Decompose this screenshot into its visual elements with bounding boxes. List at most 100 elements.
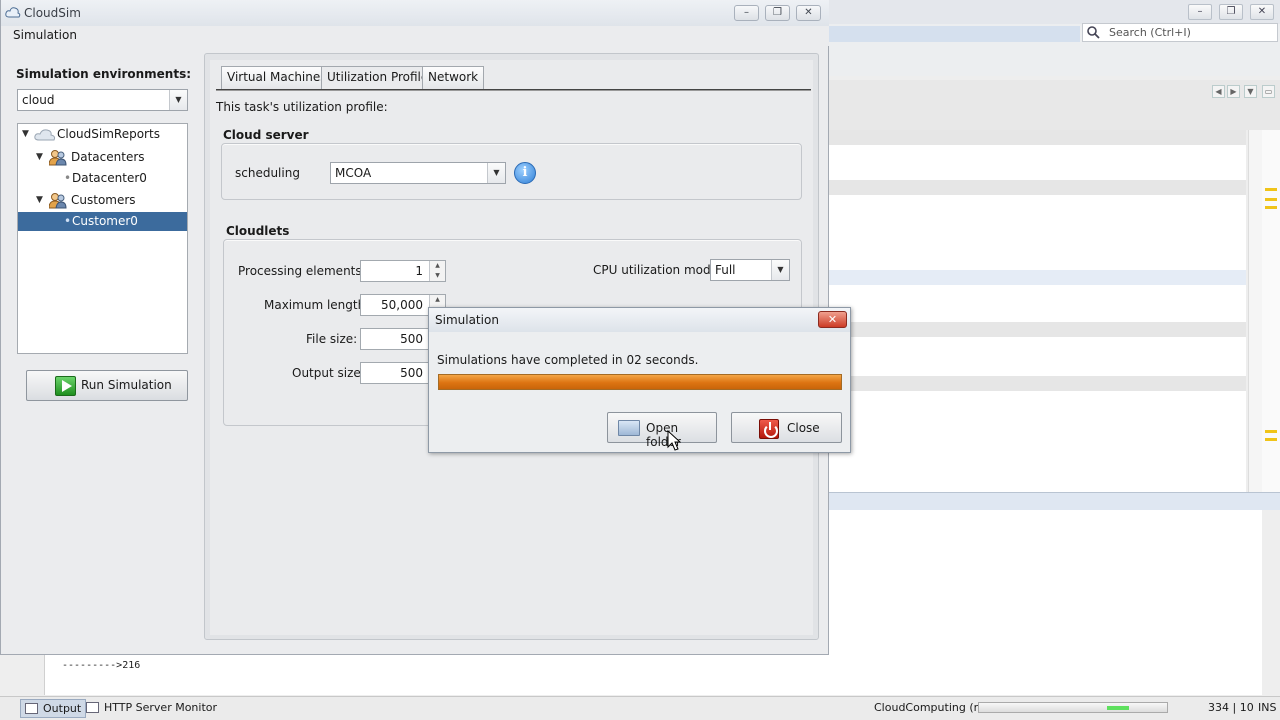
processing-elements-stepper[interactable]: 1 ▲ ▼ — [360, 260, 446, 282]
http-monitor-tab[interactable]: HTTP Server Monitor — [82, 699, 221, 718]
ide-console[interactable] — [44, 654, 828, 695]
expand-icon[interactable]: ▼ — [36, 191, 43, 210]
scheduling-label: scheduling — [235, 166, 300, 180]
ide-editor[interactable] — [828, 130, 1246, 492]
caret-position: 334 | 10 — [1208, 701, 1254, 714]
tree-label: CloudSimReports — [57, 127, 160, 141]
ide-toolbar-strip — [828, 26, 1080, 42]
warning-mark[interactable] — [1265, 438, 1277, 441]
file-size-value: 500 — [400, 332, 423, 346]
editor-line — [828, 322, 1246, 337]
tab-virtual-machines[interactable]: Virtual Machines — [221, 66, 333, 89]
cloud-icon — [34, 129, 56, 141]
simulation-progress-bar — [438, 374, 842, 390]
monitor-icon — [86, 702, 99, 713]
ide-dropdown-icon[interactable]: ▼ — [1244, 85, 1257, 98]
ide-titlebar: – ❐ ✕ — [828, 0, 1280, 24]
tree-label: Datacenters — [71, 150, 145, 164]
close-button[interactable]: Close — [731, 412, 842, 443]
scheduling-value: MCOA — [335, 166, 372, 180]
expand-icon[interactable]: ▼ — [36, 148, 43, 167]
output-tab[interactable]: Output — [20, 699, 87, 718]
menu-simulation[interactable]: Simulation — [13, 28, 77, 42]
cloudlets-title: Cloudlets — [226, 224, 290, 238]
output-size-field[interactable]: 500 — [360, 362, 430, 384]
file-size-label: File size: — [306, 332, 358, 346]
max-length-label: Maximum length: — [264, 298, 370, 312]
output-icon — [25, 703, 38, 714]
tree-label: Customer0 — [72, 214, 138, 228]
open-folder-label: Open folder — [646, 421, 681, 449]
dialog-title: Simulation — [435, 313, 499, 327]
folder-icon — [618, 420, 640, 436]
users-icon — [49, 150, 67, 166]
ide-search-input[interactable]: Search (Ctrl+I) — [1082, 23, 1278, 42]
cpu-model-select[interactable]: Full ▼ — [710, 259, 790, 281]
ide-minimize-button[interactable]: – — [1188, 4, 1212, 20]
editor-line — [828, 180, 1246, 195]
leaf-bullet-icon: • — [64, 171, 72, 185]
ide-error-stripe — [1262, 130, 1280, 492]
simulation-dialog: Simulation ✕ Simulations have completed … — [428, 307, 851, 453]
http-monitor-tab-label: HTTP Server Monitor — [104, 701, 218, 714]
environment-tree[interactable]: ▼ CloudSimReports ▼ Datacenters • Datace… — [17, 123, 188, 354]
ide-editor-scrollbar[interactable] — [1248, 130, 1262, 492]
window-titlebar[interactable]: CloudSim – ❐ ✕ — [1, 0, 829, 26]
cloud-server-group — [221, 143, 802, 200]
chevron-down-icon[interactable]: ▼ — [169, 90, 187, 110]
search-placeholder: Search (Ctrl+I) — [1109, 26, 1191, 39]
tab-utilization-profile[interactable]: Utilization Profile — [321, 66, 435, 89]
expand-icon[interactable]: ▼ — [22, 125, 29, 144]
stepper-arrows-icon[interactable]: ▲▼ — [429, 261, 445, 281]
close-window-button[interactable]: ✕ — [796, 5, 821, 21]
ide-maximize-icon[interactable]: ▭ — [1262, 85, 1275, 98]
ide-restore-button[interactable]: ❐ — [1219, 4, 1243, 20]
environments-label: Simulation environments: — [16, 67, 192, 81]
cloud-server-title: Cloud server — [223, 128, 309, 142]
output-tab-label: Output — [43, 702, 82, 715]
dialog-message: Simulations have completed in 02 seconds… — [437, 353, 699, 367]
mouse-cursor-icon — [667, 430, 681, 451]
search-icon — [1087, 26, 1100, 39]
warning-mark[interactable] — [1265, 430, 1277, 433]
tab-network[interactable]: Network — [422, 66, 485, 89]
minimize-button[interactable]: – — [734, 5, 759, 21]
window-title: CloudSim — [24, 6, 81, 20]
chevron-down-icon[interactable]: ▼ — [771, 260, 789, 280]
max-length-value: 50,000 — [381, 298, 423, 312]
output-size-label: Output size: — [292, 366, 365, 380]
run-simulation-label: Run Simulation — [81, 378, 172, 392]
output-size-value: 500 — [400, 366, 423, 380]
tab-divider — [216, 89, 811, 91]
ide-output-area[interactable] — [828, 510, 1262, 695]
leaf-bullet-icon: • — [64, 214, 72, 228]
users-icon — [49, 193, 67, 209]
info-icon[interactable]: i — [514, 162, 536, 184]
dialog-close-icon[interactable]: ✕ — [818, 311, 847, 328]
run-simulation-button[interactable]: Run Simulation — [26, 370, 188, 401]
chevron-down-icon[interactable]: ▼ — [487, 163, 505, 183]
power-icon — [759, 419, 779, 439]
warning-mark[interactable] — [1265, 188, 1277, 191]
warning-mark[interactable] — [1265, 206, 1277, 209]
scheduling-select[interactable]: MCOA ▼ — [330, 162, 506, 184]
progress-fill — [439, 375, 841, 389]
insert-mode: INS — [1258, 701, 1277, 714]
ide-prev-icon[interactable]: ◀ — [1212, 85, 1225, 98]
warning-mark[interactable] — [1265, 198, 1277, 201]
cloud-icon — [5, 7, 21, 18]
cpu-model-label: CPU utilization model: — [593, 263, 726, 277]
processing-elements-label: Processing elements: — [238, 264, 366, 278]
maximize-button[interactable]: ❐ — [765, 5, 790, 21]
tree-node-customer0[interactable]: • Customer0 — [18, 212, 187, 231]
ide-close-button[interactable]: ✕ — [1250, 4, 1274, 20]
ide-task-progress — [978, 702, 1168, 713]
tree-label: Customers — [71, 193, 136, 207]
file-size-field[interactable]: 500 — [360, 328, 430, 350]
ide-output-header — [828, 492, 1280, 510]
dialog-titlebar[interactable]: Simulation ✕ — [429, 308, 850, 332]
environment-select[interactable]: cloud ▼ — [17, 89, 188, 111]
ide-next-icon[interactable]: ▶ — [1227, 85, 1240, 98]
open-folder-button[interactable]: Open folder — [607, 412, 717, 449]
editor-line — [828, 130, 1246, 145]
